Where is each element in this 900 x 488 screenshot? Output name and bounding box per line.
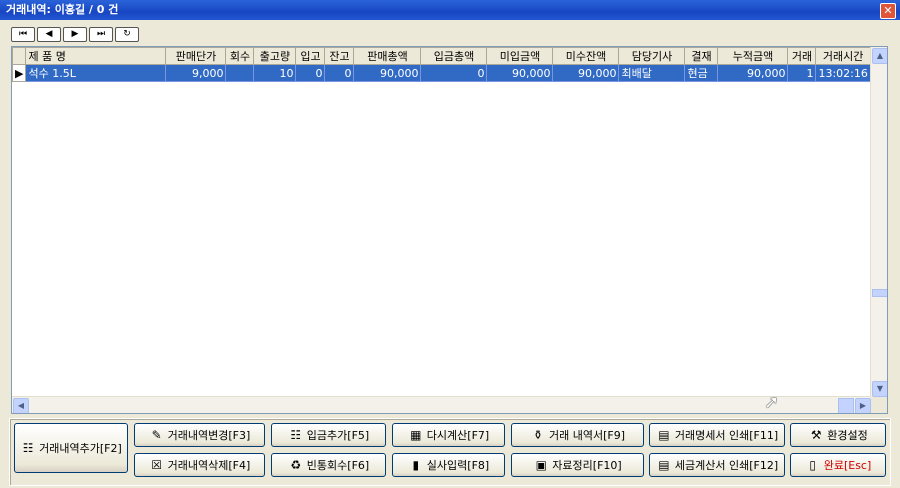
- title-bar: 거래내역: 이홍길 / 0 건 ✕: [0, 0, 900, 20]
- actual-input-button[interactable]: ▮ 실사입력[F8]: [392, 453, 505, 477]
- grid-header: 제 품 명 판매단가 회수 출고량 입고 잔고 판매총액 입금총액 미입금액 미…: [12, 47, 871, 65]
- scroll-left-icon[interactable]: ◀: [13, 398, 29, 413]
- scroll-thumb[interactable]: [872, 289, 887, 297]
- col-header[interactable]: 판매총액: [353, 47, 422, 65]
- cell-time[interactable]: 13:02:16: [815, 64, 871, 82]
- horizontal-scrollbar[interactable]: ◀ ▶: [12, 396, 871, 413]
- row-selected-icon: ▶: [12, 64, 27, 82]
- cell-count[interactable]: [225, 64, 255, 82]
- box-icon: ▣: [535, 458, 547, 472]
- add-deposit-button[interactable]: ☷ 입금추가[F5]: [271, 423, 386, 447]
- last-record-button[interactable]: ⏭: [89, 27, 113, 42]
- cell-deposit-total[interactable]: 0: [420, 64, 488, 82]
- cell-receivable[interactable]: 90,000: [552, 64, 620, 82]
- invoice-icon: ▤: [658, 458, 670, 472]
- cell-cumulative[interactable]: 90,000: [717, 64, 789, 82]
- col-header[interactable]: 누적금액: [717, 47, 789, 65]
- window-title: 거래내역: 이홍길 / 0 건: [6, 3, 119, 16]
- edit-transaction-button[interactable]: ✎ 거래내역변경[F3]: [134, 423, 265, 447]
- mouse-pointer-icon: ➚: [764, 392, 780, 413]
- print-invoice-button[interactable]: ▤ 세금계산서 인쇄[F12]: [649, 453, 785, 477]
- col-header[interactable]: 판매단가: [165, 47, 227, 65]
- col-header[interactable]: 결재: [684, 47, 719, 65]
- cell-payment[interactable]: 현금: [684, 64, 719, 82]
- table-row[interactable]: ▶ 석수 1.5L 9,000 10 0 0 90,000 0 90,000 9…: [12, 64, 871, 82]
- transaction-statement-button[interactable]: ⚱ 거래 내역서[F9]: [511, 423, 644, 447]
- empty-return-button[interactable]: ♻ 빈통회수[F6]: [271, 453, 386, 477]
- col-header[interactable]: 미입금액: [486, 47, 554, 65]
- row-indicator-header: [12, 47, 27, 65]
- cell-unpaid[interactable]: 90,000: [486, 64, 554, 82]
- settings-button[interactable]: ⚒ 환경설정: [790, 423, 886, 447]
- tools-icon: ⚒: [810, 428, 822, 442]
- vertical-scrollbar[interactable]: ▲ ▼: [870, 47, 887, 397]
- cell-product[interactable]: 석수 1.5L: [25, 64, 167, 82]
- col-header[interactable]: 담당기사: [618, 47, 686, 65]
- delete-transaction-button[interactable]: ☒ 거래내역삭제[F4]: [134, 453, 265, 477]
- door-icon: ▯: [809, 458, 817, 472]
- add-transaction-button[interactable]: ☷ 거래내역추가[F2]: [14, 423, 128, 473]
- refresh-button[interactable]: ↻: [115, 27, 139, 42]
- recalculate-button[interactable]: ▦ 다시계산[F7]: [392, 423, 505, 447]
- col-header[interactable]: 입고: [295, 47, 326, 65]
- recycle-icon: ♻: [290, 458, 302, 472]
- calculator-icon: ▦: [410, 428, 422, 442]
- cell-trans[interactable]: 1: [787, 64, 817, 82]
- scroll-up-icon[interactable]: ▲: [872, 48, 887, 64]
- close-button[interactable]: ✕: [880, 3, 896, 19]
- col-header[interactable]: 회수: [225, 47, 255, 65]
- col-header[interactable]: 잔고: [324, 47, 355, 65]
- first-record-button[interactable]: ⏮: [11, 27, 35, 42]
- col-header[interactable]: 제 품 명: [25, 47, 167, 65]
- col-header[interactable]: 입금총액: [420, 47, 488, 65]
- deposit-icon: ☷: [290, 428, 302, 442]
- col-header[interactable]: 미수잔액: [552, 47, 620, 65]
- bar-chart-icon: ▮: [412, 458, 420, 472]
- close-icon: ✕: [883, 4, 893, 17]
- col-header[interactable]: 거래시간: [815, 47, 871, 65]
- add-list-icon: ☷: [22, 441, 34, 455]
- scroll-right-icon[interactable]: ▶: [855, 398, 871, 413]
- record-navigator: ⏮ ◀ ▶ ⏭ ↻: [11, 26, 141, 42]
- done-button[interactable]: ▯ 완료[Esc]: [790, 453, 886, 477]
- print-statement-button[interactable]: ▤ 거래명세서 인쇄[F11]: [649, 423, 785, 447]
- next-record-button[interactable]: ▶: [63, 27, 87, 42]
- scroll-corner: [871, 397, 887, 413]
- scroll-down-icon[interactable]: ▼: [872, 381, 887, 397]
- cell-balance[interactable]: 0: [324, 64, 355, 82]
- edit-icon: ✎: [151, 428, 162, 442]
- cell-received[interactable]: 0: [295, 64, 326, 82]
- cell-unit-price[interactable]: 9,000: [165, 64, 227, 82]
- col-header[interactable]: 거래: [787, 47, 817, 65]
- delete-icon: ☒: [151, 458, 163, 472]
- statement-icon: ▤: [658, 428, 670, 442]
- col-header[interactable]: 출고량: [253, 47, 297, 65]
- cell-sales-total[interactable]: 90,000: [353, 64, 422, 82]
- transaction-grid[interactable]: 제 품 명 판매단가 회수 출고량 입고 잔고 판매총액 입금총액 미입금액 미…: [11, 46, 888, 414]
- data-arrange-button[interactable]: ▣ 자료정리[F10]: [511, 453, 644, 477]
- cell-shipped[interactable]: 10: [253, 64, 297, 82]
- scroll-thumb-horizontal[interactable]: [838, 398, 854, 413]
- bottle-icon: ⚱: [532, 428, 544, 442]
- cell-driver[interactable]: 최배달: [618, 64, 686, 82]
- prev-record-button[interactable]: ◀: [37, 27, 61, 42]
